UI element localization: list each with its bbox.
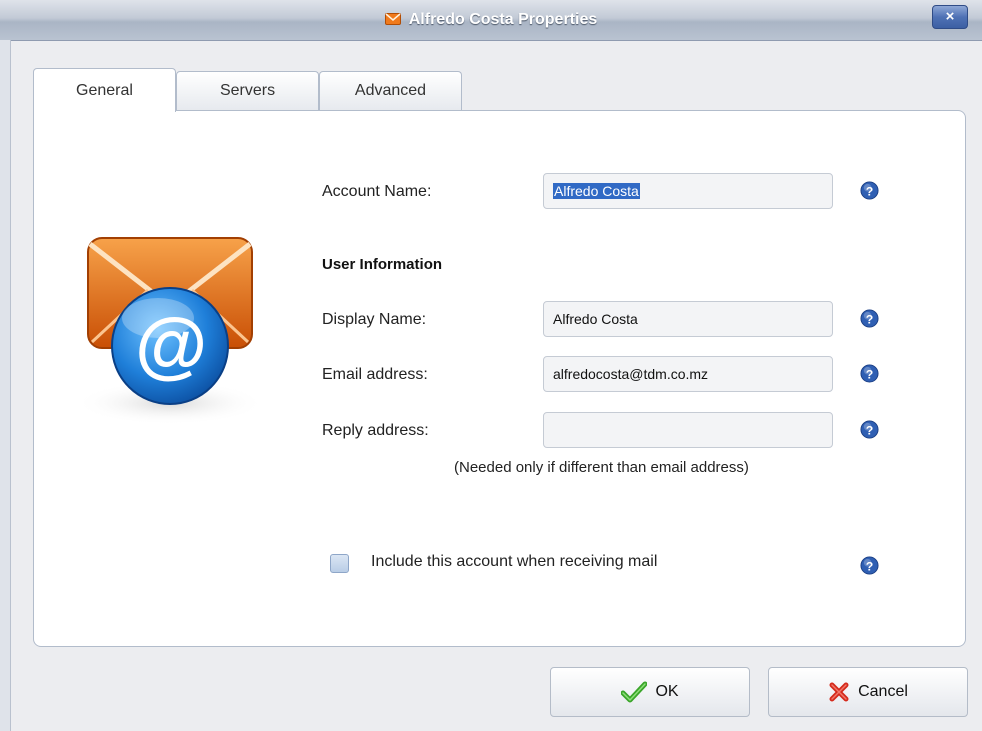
svg-text:?: ? xyxy=(866,184,874,198)
include-account-help-icon[interactable]: ? xyxy=(860,556,879,575)
email-account-icon: @ xyxy=(75,237,265,425)
ok-button[interactable]: OK xyxy=(550,667,750,717)
svg-text:@: @ xyxy=(134,304,206,387)
window-title: Alfredo Costa Properties xyxy=(408,11,598,28)
include-account-checkbox[interactable] xyxy=(330,554,349,573)
tab-general[interactable]: General xyxy=(33,68,176,112)
email-address-help-icon[interactable]: ? xyxy=(860,364,879,383)
cancel-x-icon xyxy=(829,682,849,702)
svg-text:?: ? xyxy=(866,312,874,326)
display-name-label: Display Name: xyxy=(322,311,427,328)
tab-advanced[interactable]: Advanced xyxy=(319,71,462,111)
close-icon: × xyxy=(945,8,955,25)
display-name-value: Alfredo Costa xyxy=(553,311,638,327)
checkmark-icon xyxy=(621,681,648,703)
email-address-label: Email address: xyxy=(322,366,428,383)
display-name-field[interactable]: Alfredo Costa xyxy=(543,301,833,337)
account-name-field[interactable]: Alfredo Costa xyxy=(543,173,833,209)
ok-label: OK xyxy=(655,683,679,700)
tab-servers[interactable]: Servers xyxy=(176,71,319,111)
reply-address-field[interactable] xyxy=(543,412,833,448)
account-name-label: Account Name: xyxy=(322,183,432,200)
account-name-help-icon[interactable]: ? xyxy=(860,181,879,200)
close-button[interactable]: × xyxy=(932,5,968,29)
account-name-value: Alfredo Costa xyxy=(553,183,640,199)
reply-address-note: (Needed only if different than email add… xyxy=(454,459,749,476)
envelope-icon xyxy=(384,13,401,25)
user-information-heading: User Information xyxy=(322,256,443,273)
display-name-help-icon[interactable]: ? xyxy=(860,309,879,328)
cancel-label: Cancel xyxy=(858,683,908,700)
title-bar: Alfredo Costa Properties × xyxy=(0,0,982,41)
window-frame-left xyxy=(0,40,11,731)
email-address-field[interactable]: alfredocosta@tdm.co.mz xyxy=(543,356,833,392)
svg-text:?: ? xyxy=(866,423,874,437)
svg-text:?: ? xyxy=(866,367,874,381)
email-address-value: alfredocosta@tdm.co.mz xyxy=(553,366,709,382)
properties-dialog: Alfredo Costa Properties × General Serve… xyxy=(0,0,982,731)
include-account-label[interactable]: Include this account when receiving mail xyxy=(371,553,657,571)
cancel-button[interactable]: Cancel xyxy=(768,667,968,717)
reply-address-label: Reply address: xyxy=(322,422,429,439)
reply-address-help-icon[interactable]: ? xyxy=(860,420,879,439)
svg-text:?: ? xyxy=(866,559,874,573)
